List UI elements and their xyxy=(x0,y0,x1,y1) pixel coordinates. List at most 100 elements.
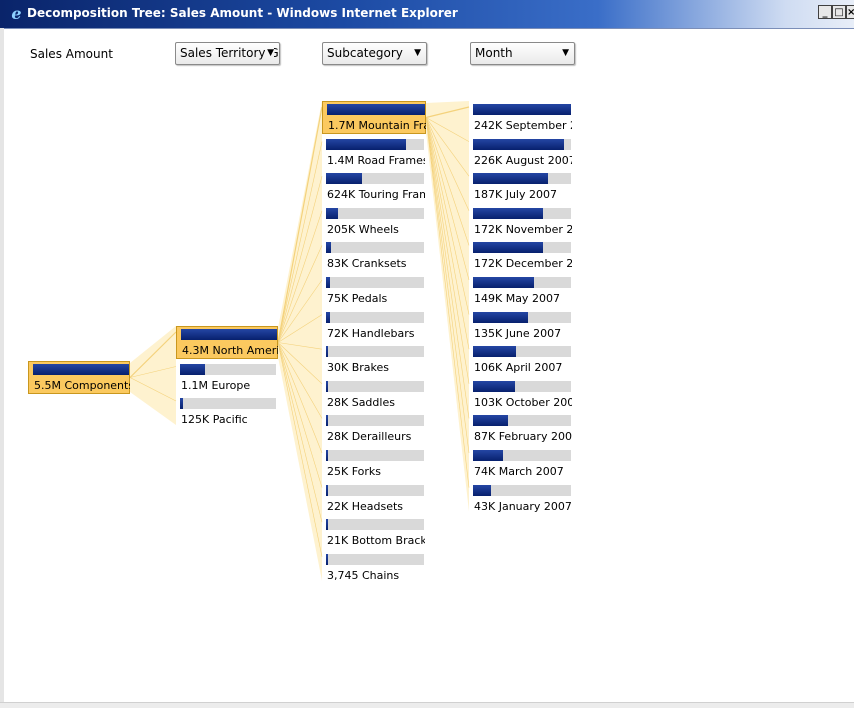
node-label: 242K September 2007 xyxy=(474,119,572,132)
bar-fill xyxy=(326,311,330,323)
tree-node[interactable]: 28K Saddles xyxy=(322,378,426,411)
bar-track xyxy=(181,329,277,340)
tree-node[interactable]: 1.7M Mountain Frames xyxy=(322,101,426,134)
tree-node[interactable]: 74K March 2007 xyxy=(469,447,573,480)
bar-fill xyxy=(326,553,328,565)
tree-node[interactable]: 21K Bottom Brackets xyxy=(322,516,426,549)
tree-node[interactable]: 28K Derailleurs xyxy=(322,412,426,445)
bar-fill xyxy=(326,450,328,461)
bar-track xyxy=(473,277,571,288)
tree-node[interactable]: 1.4M Road Frames xyxy=(322,136,426,169)
tree-node[interactable]: 43K January 2007 xyxy=(469,482,573,515)
tree-node[interactable]: 4.3M North America xyxy=(176,326,278,359)
node-label: 172K December 2007 xyxy=(474,257,572,271)
bar-track xyxy=(326,450,424,461)
bar-fill xyxy=(326,207,338,219)
bar-fill xyxy=(181,329,277,340)
bar-fill xyxy=(326,173,362,185)
node-label: 103K October 2007 xyxy=(474,395,572,409)
tree-node[interactable]: 242K September 2007 xyxy=(469,101,573,134)
node-label: 624K Touring Frames xyxy=(327,188,425,202)
tree-node[interactable]: 226K August 2007 xyxy=(469,136,573,169)
bar-track xyxy=(326,173,424,185)
node-label: 1.7M Mountain Frames xyxy=(328,119,426,132)
tree-node[interactable]: 30K Brakes xyxy=(322,343,426,376)
bar-track xyxy=(473,138,571,150)
tree-node[interactable]: 72K Handlebars xyxy=(322,309,426,342)
tree-node[interactable]: 87K February 2007 xyxy=(469,412,573,445)
bar-track xyxy=(326,380,424,392)
node-label: 106K April 2007 xyxy=(474,361,563,375)
tree-node[interactable]: 1.1M Europe xyxy=(176,361,278,394)
tree-node[interactable]: 103K October 2007 xyxy=(469,378,573,411)
bar-track xyxy=(473,415,571,427)
bar-track xyxy=(326,553,424,565)
bar-fill xyxy=(326,484,328,496)
tree-node[interactable]: 172K November 2007 xyxy=(469,205,573,238)
bar-fill xyxy=(473,346,516,358)
tree-node[interactable]: 5.5M Components xyxy=(28,361,130,394)
tree-node[interactable]: 135K June 2007 xyxy=(469,309,573,342)
bar-track xyxy=(473,173,571,185)
bar-track xyxy=(473,104,571,115)
node-label: 83K Cranksets xyxy=(327,257,407,271)
bar-fill xyxy=(473,380,515,392)
tree-node[interactable]: 205K Wheels xyxy=(322,205,426,238)
bar-fill xyxy=(473,450,503,461)
node-label: 226K August 2007 xyxy=(474,153,572,167)
tree-node[interactable]: 75K Pedals xyxy=(322,274,426,307)
bar-track xyxy=(326,207,424,219)
node-label: 72K Handlebars xyxy=(327,326,415,340)
tree-node[interactable]: 83K Cranksets xyxy=(322,239,426,272)
bar-track xyxy=(473,346,571,358)
tree-node[interactable]: 106K April 2007 xyxy=(469,343,573,376)
node-label: 74K March 2007 xyxy=(474,465,564,478)
bar-track xyxy=(180,398,276,409)
bar-fill xyxy=(327,104,425,115)
bar-fill xyxy=(473,173,548,185)
tree-node[interactable]: 125K Pacific xyxy=(176,395,278,428)
bar-fill xyxy=(180,363,205,375)
bar-track xyxy=(473,450,571,461)
tree-node[interactable]: 187K July 2007 xyxy=(469,170,573,203)
tree-node[interactable]: 172K December 2007 xyxy=(469,239,573,272)
node-label: 21K Bottom Brackets xyxy=(327,534,425,548)
bar-track xyxy=(326,277,424,288)
node-label: 43K January 2007 xyxy=(474,499,572,513)
bar-track xyxy=(326,311,424,323)
bar-fill xyxy=(473,104,571,115)
bar-fill xyxy=(473,311,528,323)
bar-track xyxy=(326,138,424,150)
node-label: 3,745 Chains xyxy=(327,568,400,582)
node-label: 172K November 2007 xyxy=(474,222,572,236)
node-label: 149K May 2007 xyxy=(474,292,560,305)
bar-fill xyxy=(326,415,328,427)
bar-fill xyxy=(326,380,328,392)
bar-fill xyxy=(473,242,543,254)
bar-track xyxy=(473,311,571,323)
bar-fill xyxy=(326,277,330,288)
tree-connectors xyxy=(129,101,470,581)
bar-track xyxy=(473,484,571,496)
tree-node[interactable]: 149K May 2007 xyxy=(469,274,573,307)
node-label: 1.1M Europe xyxy=(181,378,251,392)
bar-track xyxy=(327,104,425,115)
node-label: 1.4M Road Frames xyxy=(327,153,425,167)
node-label: 5.5M Components xyxy=(34,379,130,392)
bar-track xyxy=(33,364,129,375)
node-label: 205K Wheels xyxy=(327,222,399,236)
tree-node[interactable]: 624K Touring Frames xyxy=(322,170,426,203)
bar-track xyxy=(326,242,424,254)
bar-track xyxy=(326,415,424,427)
connector-fan xyxy=(130,326,176,425)
window-frame-bottom xyxy=(0,702,854,708)
node-label: 30K Brakes xyxy=(327,361,389,375)
tree-node[interactable]: 22K Headsets xyxy=(322,482,426,515)
bar-fill xyxy=(473,207,543,219)
node-label: 28K Saddles xyxy=(327,395,395,409)
tree-node[interactable]: 3,745 Chains xyxy=(322,551,426,584)
node-label: 187K July 2007 xyxy=(474,188,557,202)
bar-fill xyxy=(473,484,491,496)
tree-node[interactable]: 25K Forks xyxy=(322,447,426,480)
node-label: 125K Pacific xyxy=(181,413,248,426)
